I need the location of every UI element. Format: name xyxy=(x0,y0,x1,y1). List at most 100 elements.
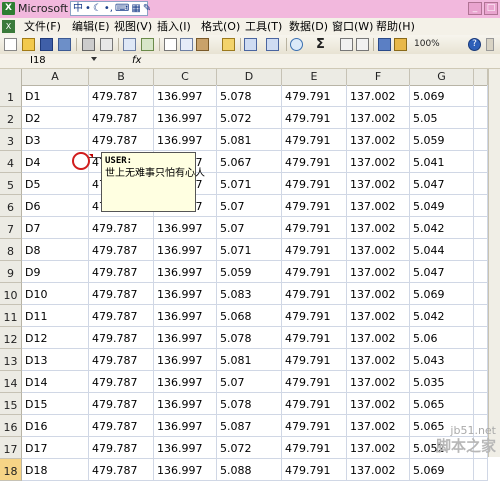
cell-f[interactable]: 137.002 xyxy=(347,415,410,437)
column-header-h-partial[interactable] xyxy=(474,69,488,85)
cell-f[interactable]: 137.002 xyxy=(347,459,410,481)
cell-g[interactable]: 5.047 xyxy=(410,261,474,283)
cell-b[interactable]: 479.787 xyxy=(89,393,154,415)
cell-b[interactable]: 479.787 xyxy=(89,305,154,327)
cell-e[interactable]: 479.791 xyxy=(282,151,347,173)
cell-h[interactable] xyxy=(474,261,488,283)
cell-a[interactable]: D15 xyxy=(22,393,89,415)
cell-f[interactable]: 137.002 xyxy=(347,129,410,151)
cell-d[interactable]: 5.071 xyxy=(217,239,282,261)
row-header[interactable]: 5 xyxy=(0,173,22,195)
column-header-a[interactable]: A xyxy=(22,69,89,85)
cell-g[interactable]: 5.035 xyxy=(410,371,474,393)
cell-h[interactable] xyxy=(474,349,488,371)
ime-toolbar[interactable]: 中 • ☾ •, ⌨ ▦ ✎ xyxy=(70,1,151,16)
cell-c[interactable]: 136.997 xyxy=(154,459,217,481)
menu-view[interactable]: 视图(V) xyxy=(114,19,152,34)
column-header-e[interactable]: E xyxy=(282,69,347,85)
cell-c[interactable]: 136.997 xyxy=(154,85,217,107)
cell-e[interactable]: 479.791 xyxy=(282,459,347,481)
cell-f[interactable]: 137.002 xyxy=(347,349,410,371)
ime-grid-icon[interactable]: ▦ xyxy=(131,2,140,15)
cell-g[interactable]: 5.069 xyxy=(410,459,474,481)
cell-e[interactable]: 479.791 xyxy=(282,239,347,261)
cell-a[interactable]: D3 xyxy=(22,129,89,151)
menu-edit[interactable]: 编辑(E) xyxy=(72,19,110,34)
undo-icon[interactable] xyxy=(244,38,257,51)
cell-d[interactable]: 5.088 xyxy=(217,459,282,481)
cell-c[interactable]: 136.997 xyxy=(154,129,217,151)
cell-f[interactable]: 137.002 xyxy=(347,151,410,173)
row-header[interactable]: 12 xyxy=(0,327,22,349)
cell-d[interactable]: 5.078 xyxy=(217,327,282,349)
cell-a[interactable]: D18 xyxy=(22,459,89,481)
cell-a[interactable]: D5 xyxy=(22,173,89,195)
column-header-d[interactable]: D xyxy=(217,69,282,85)
ime-tool-icon[interactable]: ✎ xyxy=(143,2,151,15)
column-header-b[interactable]: B xyxy=(89,69,154,85)
cell-g[interactable]: 5.042 xyxy=(410,217,474,239)
column-header-g[interactable]: G xyxy=(410,69,474,85)
cell-b[interactable]: 479.787 xyxy=(89,129,154,151)
cell-a[interactable]: D17 xyxy=(22,437,89,459)
save-icon[interactable] xyxy=(40,38,53,51)
cell-e[interactable]: 479.791 xyxy=(282,305,347,327)
cell-c[interactable]: 136.997 xyxy=(154,349,217,371)
row-header[interactable]: 14 xyxy=(0,371,22,393)
cell-f[interactable]: 137.002 xyxy=(347,327,410,349)
cell-h[interactable] xyxy=(474,393,488,415)
cell-a[interactable]: D16 xyxy=(22,415,89,437)
row-header[interactable]: 3 xyxy=(0,129,22,151)
autosum-icon[interactable]: Σ xyxy=(316,38,325,51)
cell-b[interactable]: 479.787 xyxy=(89,107,154,129)
row-header[interactable]: 17 xyxy=(0,437,22,459)
cell-b[interactable]: 479.787 xyxy=(89,261,154,283)
cell-h[interactable] xyxy=(474,327,488,349)
cell-d[interactable]: 5.083 xyxy=(217,283,282,305)
cell-g[interactable]: 5.06 xyxy=(410,327,474,349)
cell-a[interactable]: D13 xyxy=(22,349,89,371)
cell-g[interactable]: 5.05 xyxy=(410,107,474,129)
column-header-f[interactable]: F xyxy=(347,69,410,85)
drawing-icon[interactable] xyxy=(394,38,407,51)
cell-d[interactable]: 5.081 xyxy=(217,129,282,151)
insert-function-icon[interactable]: fx xyxy=(132,54,141,67)
cell-d[interactable]: 5.059 xyxy=(217,261,282,283)
cell-b[interactable]: 479.787 xyxy=(89,437,154,459)
ime-punct-icon[interactable]: • xyxy=(85,2,91,15)
cell-c[interactable]: 136.997 xyxy=(154,327,217,349)
workbook-icon[interactable]: X xyxy=(2,20,15,33)
select-all-corner[interactable] xyxy=(0,69,22,85)
cell-h[interactable] xyxy=(474,459,488,481)
ime-mode-icon[interactable]: 中 xyxy=(73,2,83,15)
cell-f[interactable]: 137.002 xyxy=(347,173,410,195)
cell-g[interactable]: 5.047 xyxy=(410,173,474,195)
minimize-icon[interactable]: _ xyxy=(468,2,482,15)
cell-h[interactable] xyxy=(474,151,488,173)
copy-icon[interactable] xyxy=(180,38,193,51)
cell-g[interactable]: 5.044 xyxy=(410,239,474,261)
cell-g[interactable]: 5.049 xyxy=(410,195,474,217)
cell-c[interactable]: 136.997 xyxy=(154,107,217,129)
maximize-icon[interactable]: □ xyxy=(484,2,498,15)
cell-b[interactable]: 479.787 xyxy=(89,217,154,239)
cell-d[interactable]: 5.071 xyxy=(217,173,282,195)
cell-a[interactable]: D1 xyxy=(22,85,89,107)
cell-e[interactable]: 479.791 xyxy=(282,327,347,349)
cell-a[interactable]: D14 xyxy=(22,371,89,393)
row-header[interactable]: 1 xyxy=(0,85,22,107)
cell-c[interactable]: 136.997 xyxy=(154,261,217,283)
cell-d[interactable]: 5.087 xyxy=(217,415,282,437)
cell-d[interactable]: 5.07 xyxy=(217,371,282,393)
cell-d[interactable]: 5.078 xyxy=(217,393,282,415)
row-header[interactable]: 18 xyxy=(0,459,22,481)
cell-c[interactable]: 136.997 xyxy=(154,305,217,327)
cell-b[interactable]: 479.787 xyxy=(89,283,154,305)
cell-g[interactable]: 5.042 xyxy=(410,305,474,327)
cell-e[interactable]: 479.791 xyxy=(282,371,347,393)
cell-g[interactable]: 5.043 xyxy=(410,349,474,371)
cell-c[interactable]: 136.997 xyxy=(154,371,217,393)
cell-f[interactable]: 137.002 xyxy=(347,239,410,261)
cell-d[interactable]: 5.067 xyxy=(217,151,282,173)
redo-icon[interactable] xyxy=(266,38,279,51)
